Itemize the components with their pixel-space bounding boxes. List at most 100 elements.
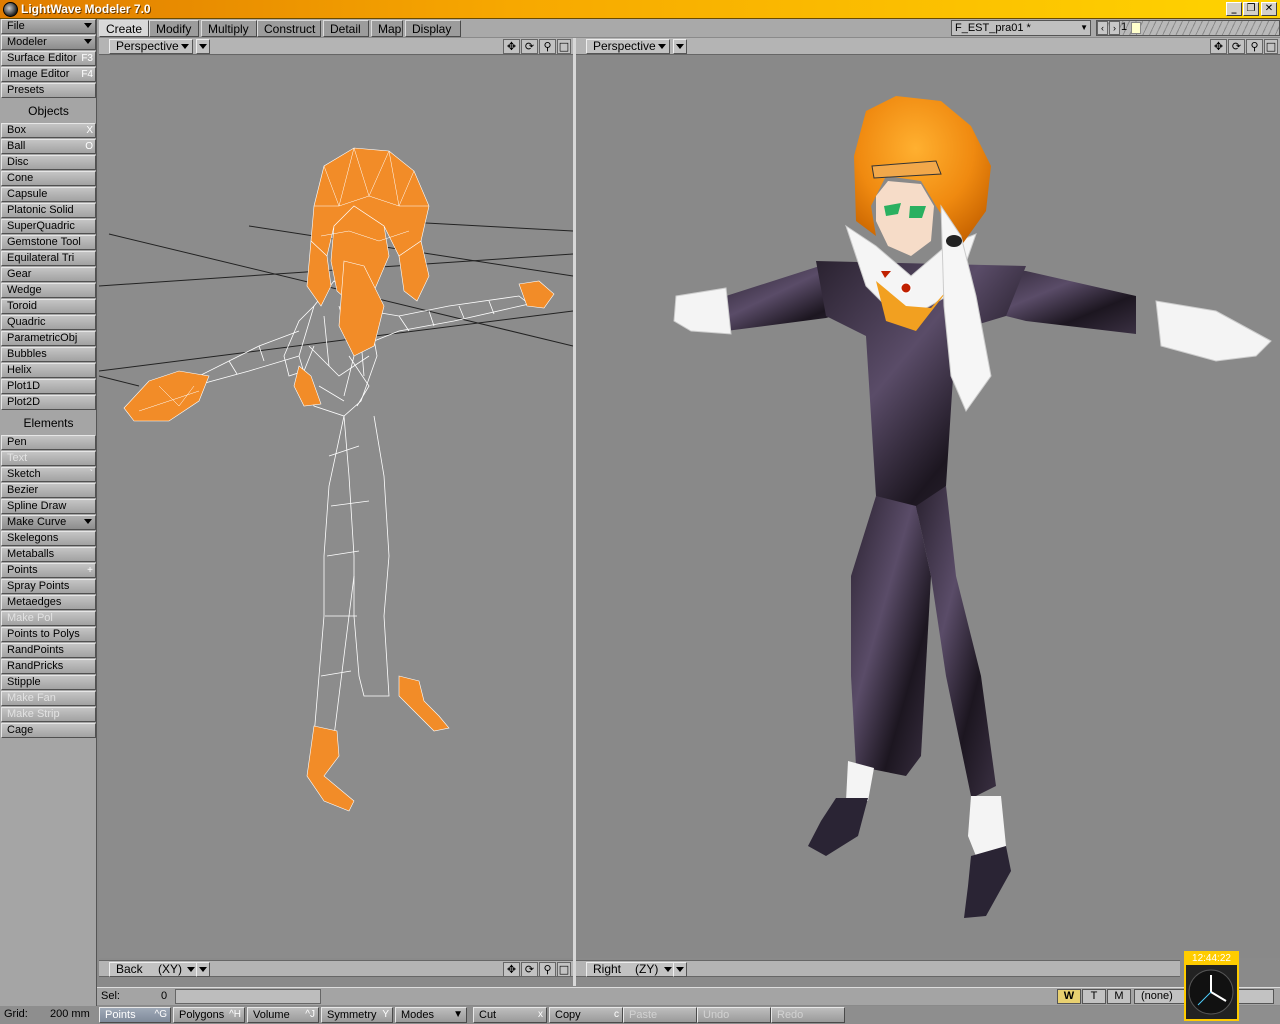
maximize-button[interactable]: ❐ — [1243, 2, 1259, 16]
maximize-viewport-icon[interactable]: □ — [1264, 39, 1278, 54]
tab-multiply[interactable]: Multiply — [201, 20, 257, 37]
sidebar-button-toroid[interactable]: Toroid — [1, 299, 96, 314]
viewport-top-right-textured[interactable] — [576, 56, 1280, 958]
sidebar-button-randpoints[interactable]: RandPoints — [1, 643, 96, 658]
sidebar-button-plot2d[interactable]: Plot2D — [1, 395, 96, 410]
morph-map-button[interactable]: M — [1107, 989, 1131, 1004]
sidebar-button-metaballs[interactable]: Metaballs — [1, 547, 96, 562]
shortcut-key: F4 — [81, 69, 93, 80]
sidebar-button-text[interactable]: Text — [1, 451, 96, 466]
render-mode-dropdown-bottom-right[interactable] — [673, 962, 687, 977]
close-button[interactable]: ✕ — [1261, 2, 1277, 16]
symmetry-button[interactable]: Symmetry Y — [321, 1007, 393, 1023]
sidebar-button-quadric[interactable]: Quadric — [1, 315, 96, 330]
sidebar-button-pen[interactable]: Pen — [1, 435, 96, 450]
object-name-dropdown[interactable]: F_EST_pra01 * ▼ — [951, 20, 1091, 36]
sidebar-button-sketch[interactable]: Sketch ` — [1, 467, 96, 482]
sidebar-button-points[interactable]: Points + — [1, 563, 96, 578]
sidebar-button-make-fan[interactable]: Make Fan — [1, 691, 96, 706]
view-type-dropdown-top-left[interactable]: Perspective — [109, 39, 193, 54]
chevron-down-icon — [199, 44, 207, 49]
sidebar-button-bezier[interactable]: Bezier — [1, 483, 96, 498]
current-layer-slot[interactable] — [1131, 22, 1141, 34]
sidebar-button-cone[interactable]: Cone — [1, 171, 96, 186]
tab-create[interactable]: Create — [99, 20, 149, 37]
sidebar-button-parametricobj[interactable]: ParametricObj — [1, 331, 96, 346]
sidebar-button-stipple[interactable]: Stipple — [1, 675, 96, 690]
pan-icon[interactable]: ✥ — [503, 39, 520, 54]
sidebar-button-gear[interactable]: Gear — [1, 267, 96, 282]
tab-display[interactable]: Display — [405, 20, 461, 37]
sidebar-button-label: Box — [7, 124, 26, 136]
tab-detail[interactable]: Detail — [323, 20, 369, 37]
viewport-top-left-wireframe[interactable] — [99, 56, 573, 958]
zoom-icon[interactable]: ⚲ — [539, 962, 556, 977]
sidebar-button-capsule[interactable]: Capsule — [1, 187, 96, 202]
sidebar-button-randpricks[interactable]: RandPricks — [1, 659, 96, 674]
maximize-viewport-icon[interactable]: □ — [557, 962, 571, 977]
sidebar-button-platonic-solid[interactable]: Platonic Solid — [1, 203, 96, 218]
redo-button[interactable]: Redo — [771, 1007, 845, 1023]
sidebar-button-file[interactable]: File — [1, 19, 96, 34]
sidebar-button-spline-draw[interactable]: Spline Draw — [1, 499, 96, 514]
sidebar-button-make-strip[interactable]: Make Strip — [1, 707, 96, 722]
sidebar-button-cage[interactable]: Cage — [1, 723, 96, 738]
minimize-button[interactable]: _ — [1226, 2, 1242, 16]
texture-map-button[interactable]: T — [1082, 989, 1106, 1004]
sidebar-button-label: Bezier — [7, 484, 39, 496]
sidebar-button-plot1d[interactable]: Plot1D — [1, 379, 96, 394]
chevron-down-icon — [658, 44, 666, 49]
render-mode-dropdown-bottom-left[interactable] — [196, 962, 210, 977]
copy-button[interactable]: Copy c — [549, 1007, 623, 1023]
weight-map-button[interactable]: W — [1057, 989, 1081, 1004]
sidebar-button-points-to-polys[interactable]: Points to Polys — [1, 627, 96, 642]
layer-buttons[interactable]: ‹ › 1 — [1096, 20, 1280, 36]
sidebar-button-spray-points[interactable]: Spray Points — [1, 579, 96, 594]
sidebar-button-label: Cage — [7, 724, 34, 736]
cut-button[interactable]: Cut x — [473, 1007, 547, 1023]
paste-button[interactable]: Paste — [623, 1007, 697, 1023]
sidebar-button-helix[interactable]: Helix — [1, 363, 96, 378]
wireframe-model-svg — [99, 147, 573, 812]
zoom-icon[interactable]: ⚲ — [539, 39, 556, 54]
selection-mode-volume[interactable]: Volume ^J — [247, 1007, 319, 1023]
sidebar-button-surface-editor[interactable]: Surface Editor F3 — [1, 51, 96, 66]
sidebar-button-equilateral-tri[interactable]: Equilateral Tri — [1, 251, 96, 266]
sidebar-button-superquadric[interactable]: SuperQuadric — [1, 219, 96, 234]
modes-dropdown[interactable]: Modes ▼ — [395, 1007, 467, 1023]
sidebar-button-make-curve[interactable]: Make Curve — [1, 515, 96, 530]
render-mode-dropdown-top-right[interactable] — [673, 39, 687, 54]
rotate-icon[interactable]: ⟳ — [521, 39, 538, 54]
sidebar-button-metaedges[interactable]: Metaedges — [1, 595, 96, 610]
tab-map[interactable]: Map — [371, 20, 403, 37]
sidebar-button-modeler[interactable]: Modeler — [1, 35, 96, 50]
rotate-icon[interactable]: ⟳ — [1228, 39, 1245, 54]
sidebar-button-bubbles[interactable]: Bubbles — [1, 347, 96, 362]
sidebar-button-wedge[interactable]: Wedge — [1, 283, 96, 298]
pan-icon[interactable]: ✥ — [1210, 39, 1227, 54]
sidebar-button-image-editor[interactable]: Image Editor F4 — [1, 67, 96, 82]
rotate-icon[interactable]: ⟳ — [521, 962, 538, 977]
layer-prev-icon[interactable]: ‹ — [1097, 21, 1108, 35]
sidebar-button-make-pol[interactable]: Make Pol — [1, 611, 96, 626]
view-type-dropdown-bottom-right[interactable]: Right (ZY) — [586, 962, 676, 977]
sidebar-button-gemstone-tool[interactable]: Gemstone Tool — [1, 235, 96, 250]
maximize-viewport-icon[interactable]: □ — [557, 39, 571, 54]
sidebar-button-presets[interactable]: Presets — [1, 83, 96, 98]
view-type-dropdown-top-right[interactable]: Perspective — [586, 39, 670, 54]
tab-modify[interactable]: Modify — [149, 20, 199, 37]
pan-icon[interactable]: ✥ — [503, 962, 520, 977]
sidebar-button-box[interactable]: Box X — [1, 123, 96, 138]
clock-time: 12:44:22 — [1186, 953, 1237, 965]
render-mode-dropdown-top-left[interactable] — [196, 39, 210, 54]
selection-mode-points[interactable]: Points ^G — [99, 1007, 171, 1023]
view-type-dropdown-bottom-left[interactable]: Back (XY) — [109, 962, 199, 977]
sidebar-button-ball[interactable]: Ball O — [1, 139, 96, 154]
sidebar-button-disc[interactable]: Disc — [1, 155, 96, 170]
tab-construct[interactable]: Construct — [257, 20, 321, 37]
sidebar-button-skelegons[interactable]: Skelegons — [1, 531, 96, 546]
selection-mode-polygons[interactable]: Polygons ^H — [173, 1007, 245, 1023]
undo-button[interactable]: Undo — [697, 1007, 771, 1023]
layer-next-icon[interactable]: › — [1109, 21, 1120, 35]
zoom-icon[interactable]: ⚲ — [1246, 39, 1263, 54]
